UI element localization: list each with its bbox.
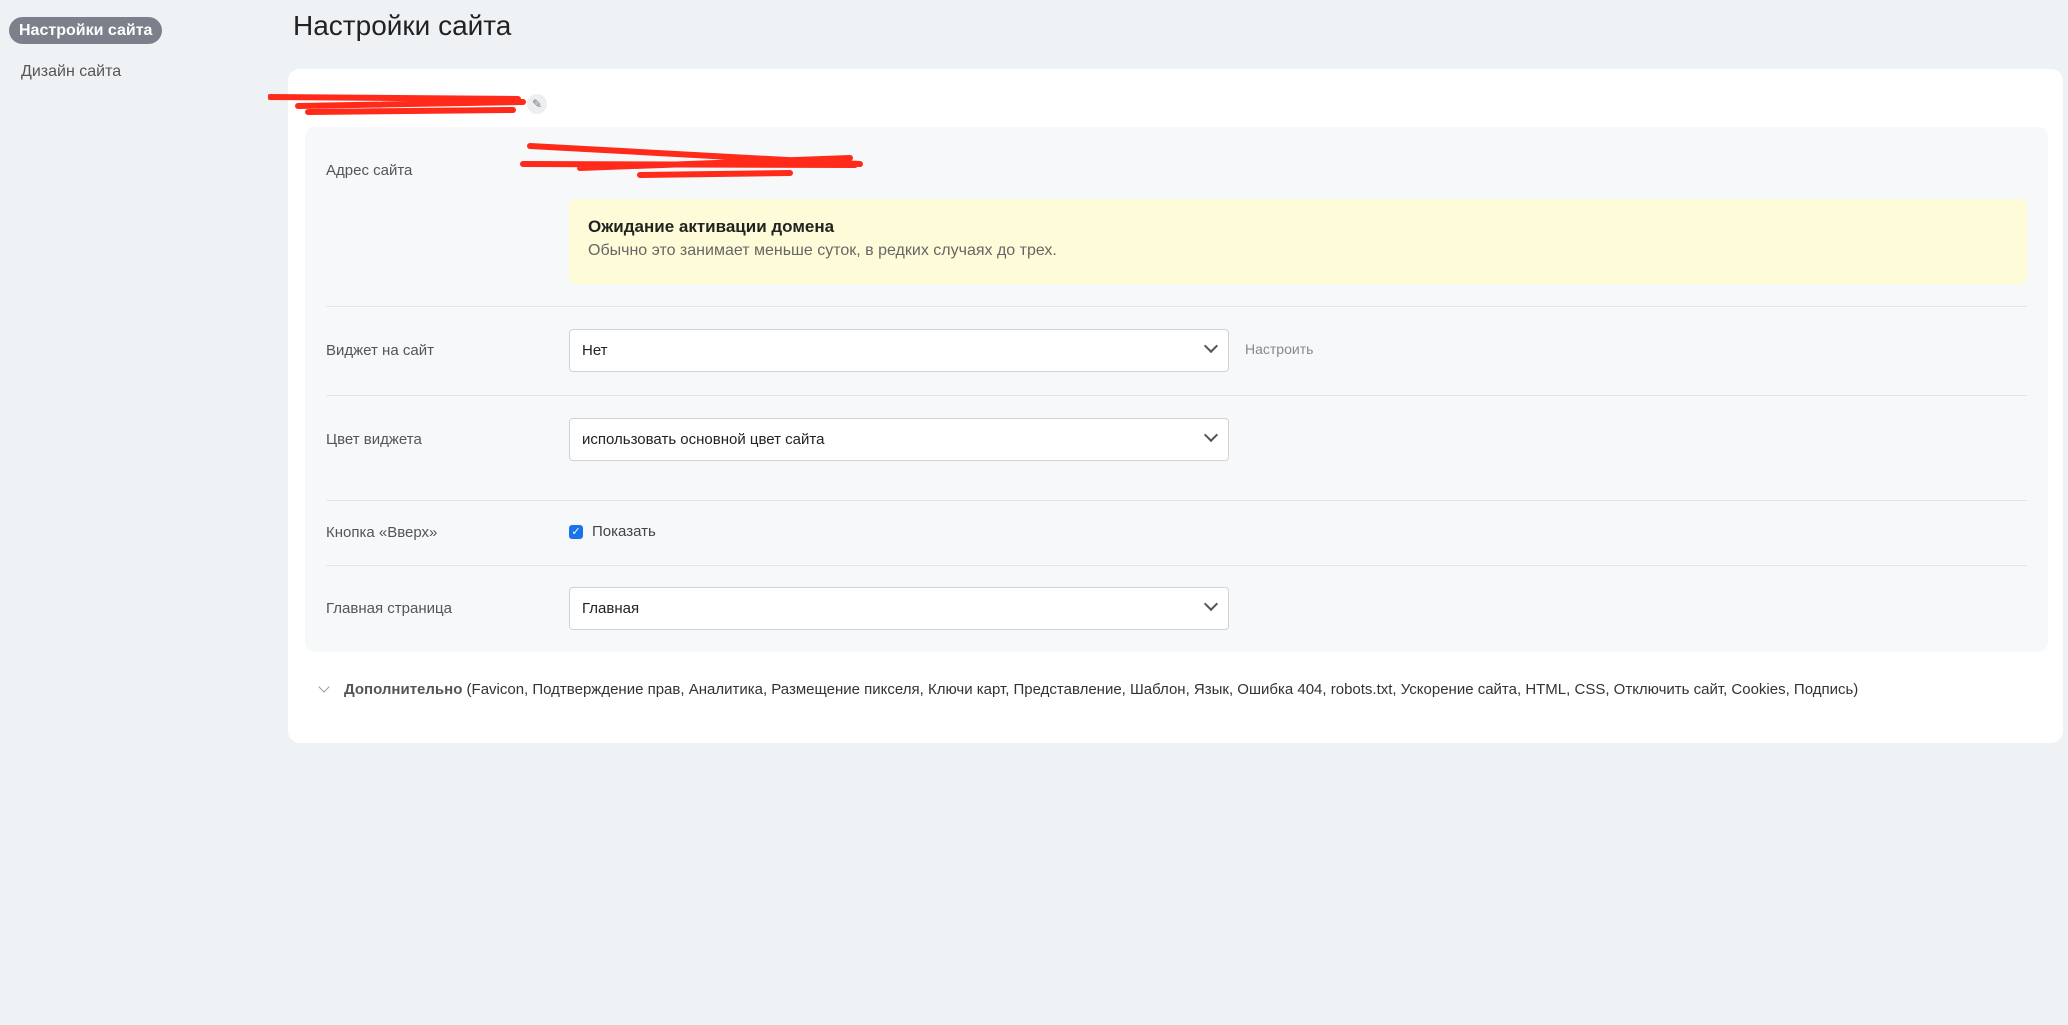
address-label: Адрес сайта <box>326 162 413 179</box>
show-scroll-up-checkbox[interactable]: ✓ <box>569 525 583 539</box>
configure-widget-link[interactable]: Настроить <box>1245 341 1313 357</box>
domain-activation-notice: Ожидание активации домена Обычно это зани… <box>569 199 2027 284</box>
sidebar-item-site-design[interactable]: Дизайн сайта <box>21 63 121 81</box>
edit-site-name-button[interactable]: ✎ <box>527 94 547 114</box>
chevron-down-icon <box>1203 338 1219 354</box>
widget-color-select[interactable]: использовать основной цвет сайта <box>569 418 1229 461</box>
pencil-icon: ✎ <box>531 97 543 111</box>
redaction-site-address <box>520 143 863 178</box>
widget-label: Виджет на сайт <box>326 342 434 359</box>
scroll-up-label: Кнопка «Вверх» <box>326 524 438 541</box>
home-page-label: Главная страница <box>326 600 452 617</box>
advanced-label: Дополнительно <box>344 681 463 698</box>
divider <box>326 395 2027 396</box>
chevron-down-icon <box>1203 596 1219 612</box>
redaction-site-name <box>268 94 526 115</box>
chevron-down-icon <box>318 681 330 693</box>
show-scroll-up-label[interactable]: Показать <box>592 523 656 540</box>
widget-color-label: Цвет виджета <box>326 431 422 448</box>
widget-select[interactable]: Нет <box>569 329 1229 372</box>
divider <box>326 565 2027 566</box>
home-page-value: Главная <box>582 600 640 617</box>
advanced-items: (Favicon, Подтверждение прав, Аналитика,… <box>466 681 1859 698</box>
widget-select-value: Нет <box>582 342 608 359</box>
divider <box>326 500 2027 501</box>
sidebar-item-site-settings[interactable]: Настройки сайта <box>9 17 163 44</box>
home-page-select[interactable]: Главная <box>569 587 1229 630</box>
divider <box>326 306 2027 307</box>
notice-title: Ожидание активации домена <box>588 217 835 236</box>
widget-color-value: использовать основной цвет сайта <box>582 431 825 448</box>
page-title: Настройки сайта <box>293 10 512 41</box>
advanced-settings-toggle[interactable]: Дополнительно (Favicon, Подтверждение пр… <box>318 681 1859 698</box>
chevron-down-icon <box>1203 427 1219 443</box>
notice-text: Обычно это занимает меньше суток, в редк… <box>588 242 1057 259</box>
